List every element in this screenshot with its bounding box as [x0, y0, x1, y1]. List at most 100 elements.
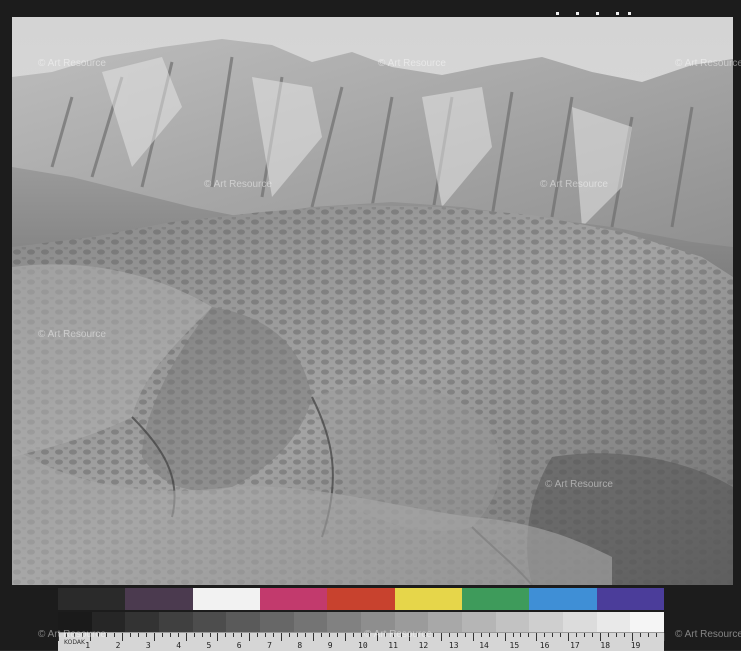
film-edge-marks: [556, 12, 636, 16]
gray-step: [159, 612, 193, 632]
gray-step: [125, 612, 160, 632]
ruler-tick: [488, 633, 490, 637]
ruler-tick: [384, 633, 386, 637]
ruler-tick: [265, 633, 267, 637]
gray-scale-row: [58, 612, 665, 632]
gray-step: [91, 612, 126, 632]
ruler-tick: [656, 633, 658, 637]
ruler-number: 16: [539, 641, 550, 650]
ruler-tick: [313, 633, 315, 641]
badlands-illustration: [12, 17, 733, 585]
ruler-tick: [337, 633, 339, 637]
ruler-tick: [424, 633, 426, 637]
ruler-number: 4: [176, 641, 182, 650]
ruler-tick: [289, 633, 291, 637]
ruler-number: 8: [297, 641, 303, 650]
color-swatch: [596, 588, 664, 610]
ruler-tick: [512, 633, 514, 637]
ruler-tick: [89, 633, 91, 641]
ruler-number: 10: [358, 641, 368, 650]
ruler-tick: [257, 633, 259, 637]
gray-step: [226, 612, 261, 632]
ruler-number: 15: [509, 641, 520, 650]
ruler-tick: [65, 633, 67, 637]
gray-step: [563, 612, 597, 632]
color-swatch: [327, 588, 395, 610]
ruler-tick: [201, 633, 203, 637]
color-swatch: [259, 588, 328, 610]
gray-step: [192, 612, 227, 632]
ruler-number: 14: [479, 641, 489, 650]
landscape-photo: [12, 17, 733, 585]
ruler-tick: [464, 633, 466, 637]
ruler-number: 9: [327, 641, 333, 650]
ruler-tick: [73, 633, 75, 637]
ruler-tick: [528, 633, 530, 637]
ruler-tick: [400, 633, 402, 637]
ruler-number: 17: [570, 641, 580, 650]
ruler-tick: [241, 633, 243, 637]
ruler-number: 13: [448, 641, 459, 650]
ruler-tick: [233, 633, 235, 637]
ruler-tick: [504, 633, 506, 641]
gray-step: [293, 612, 328, 632]
ruler-number: 5: [206, 641, 212, 650]
ruler-tick: [361, 633, 362, 637]
ruler-tick: [281, 633, 283, 641]
ruler-tick: [81, 633, 83, 637]
ruler-tick: [552, 633, 554, 637]
gray-step: [596, 612, 631, 632]
ruler-number: 12: [418, 641, 429, 650]
ruler-tick: [121, 633, 123, 641]
ruler-scale: KODAK 1 2 3 4 5 6 7 8 9 10 11 12 13 14 15 16 17 18 19: [58, 632, 665, 651]
ruler-tick: [496, 633, 498, 637]
ruler-tick: [432, 633, 434, 637]
color-swatch-row: [58, 588, 664, 610]
ruler-tick: [145, 633, 147, 637]
gray-step: [327, 612, 362, 632]
ruler-tick: [209, 633, 211, 637]
ruler-tick: [329, 633, 331, 637]
ruler-tick: [137, 633, 139, 637]
ruler-tick: [592, 633, 594, 637]
gray-step: [58, 612, 92, 632]
ruler-tick: [392, 633, 394, 637]
ruler-tick: [560, 633, 562, 637]
ruler-tick: [664, 633, 665, 641]
ruler-tick: [177, 633, 179, 637]
ruler-tick: [568, 633, 570, 641]
ruler-tick: [217, 633, 219, 641]
color-swatch: [529, 588, 597, 610]
ruler-tick: [416, 633, 418, 637]
gray-step: [630, 612, 665, 632]
gray-step: [361, 612, 395, 632]
ruler-number: 1: [85, 641, 91, 650]
ruler-tick: [153, 633, 155, 641]
color-swatch: [58, 588, 126, 610]
ruler-tick: [185, 633, 187, 641]
ruler-number: 7: [267, 641, 272, 650]
ruler-tick: [536, 633, 538, 641]
ruler-tick: [584, 633, 586, 637]
ruler-number: 6: [236, 641, 242, 650]
ruler-tick: [544, 633, 546, 637]
ruler-tick: [225, 633, 227, 637]
ruler-tick: [249, 633, 251, 641]
ruler-tick: [520, 633, 522, 637]
ruler-tick: [97, 633, 99, 637]
ruler-tick: [368, 633, 370, 637]
ruler-number: 19: [630, 641, 641, 650]
gray-step: [462, 612, 496, 632]
gray-step: [394, 612, 429, 632]
gray-step: [428, 612, 463, 632]
ruler-number: 18: [600, 641, 611, 650]
color-calibration-target: KODAK 1 2 3 4 5 6 7 8 9 10 11 12 13 14 15 16 17 18 19: [58, 588, 665, 651]
gray-step: [260, 612, 294, 632]
ruler-tick: [624, 633, 626, 637]
ruler-tick: [456, 633, 458, 637]
ruler-tick: [640, 633, 642, 637]
ruler-tick: [448, 633, 450, 637]
ruler-tick: [58, 633, 59, 641]
color-swatch: [125, 588, 193, 610]
ruler-tick: [273, 633, 275, 637]
